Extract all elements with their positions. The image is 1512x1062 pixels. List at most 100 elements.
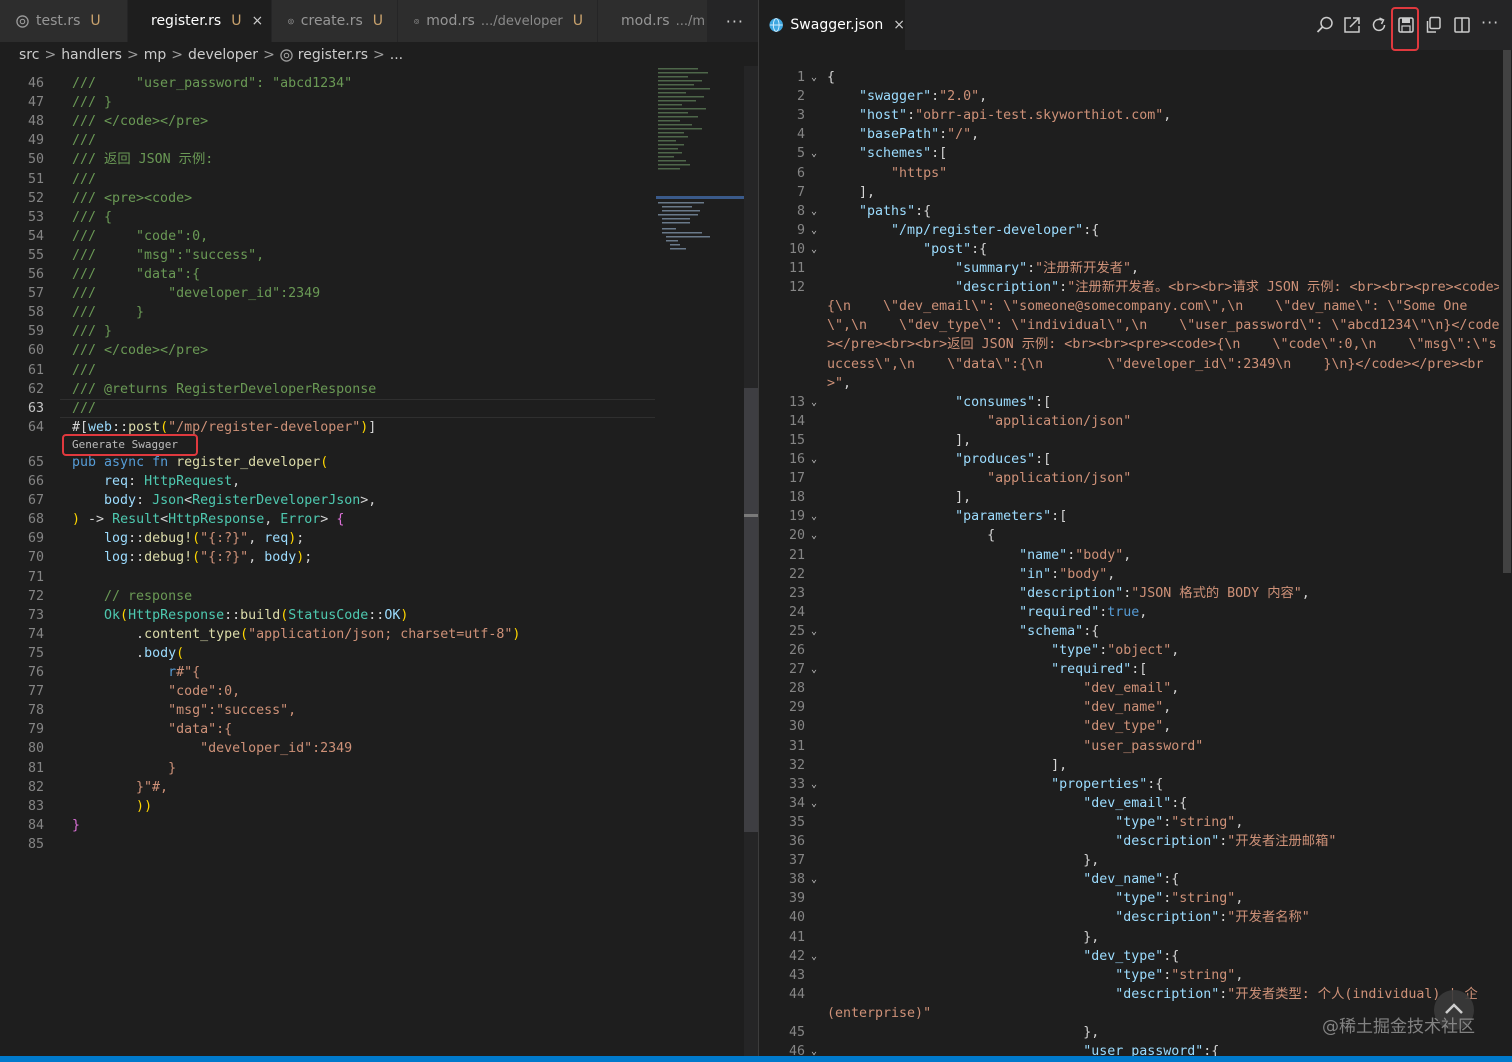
chevron-down-icon[interactable]: ⌄ (811, 240, 817, 259)
left-scrollbar[interactable] (744, 66, 758, 1056)
code-text: /// } (72, 303, 144, 322)
code-token: HttpRequest (144, 474, 233, 489)
open-external-icon[interactable] (1342, 15, 1362, 35)
chevron-down-icon[interactable]: ⌄ (811, 526, 817, 545)
chevron-down-icon[interactable]: ⌄ (811, 202, 817, 221)
code-token: { (1171, 948, 1180, 964)
code-token: "code":0, (72, 684, 241, 700)
close-icon[interactable]: × (893, 17, 905, 33)
tab-mod-rs[interactable]: mod.rs .../developer U (398, 0, 598, 42)
code-token: : (224, 607, 233, 623)
line-number: 54 (27, 228, 44, 244)
json-line: 37 }, (759, 851, 1499, 870)
json-text: "description":"开发者注册邮箱" (827, 832, 1336, 851)
breadcrumb-item[interactable]: register.rs (298, 47, 368, 63)
line-number: 55 (27, 247, 44, 263)
right-scrollbar[interactable] (1501, 50, 1512, 1056)
code-token: "JSON 格式的 BODY 内容" (1131, 585, 1302, 601)
right-editor-group: Swagger.json × ··· 1 ⌄{2 "swagger":"2.0… (758, 0, 1512, 1056)
chevron-down-icon[interactable]: ⌄ (811, 775, 817, 794)
copy-icon[interactable] (1423, 15, 1443, 35)
chevron-down-icon[interactable]: ⌄ (811, 393, 817, 412)
code-token: ; (304, 550, 313, 566)
json-line: {\n \"dev_email\": \"someone@somecompany… (759, 297, 1499, 316)
code-token: "parameters" (955, 509, 1052, 525)
breadcrumb-item[interactable]: handlers (61, 47, 122, 63)
line-number: 39 (788, 891, 805, 907)
json-line: 36 "description":"开发者注册邮箱" (759, 832, 1499, 851)
more-actions-icon[interactable]: ··· (726, 12, 744, 31)
search-icon[interactable] (1315, 15, 1335, 35)
code-token: {\n \"dev_email\": \"someone@somecompany… (827, 299, 1468, 315)
json-text: "summary":"注册新开发者", (827, 259, 1139, 278)
refresh-icon[interactable] (1369, 15, 1389, 35)
code-text: /// "user_password": "abcd1234" (72, 74, 352, 93)
chevron-down-icon[interactable]: ⌄ (811, 622, 817, 641)
split-editor-icon[interactable] (1452, 15, 1472, 35)
line-number: 8 (796, 203, 805, 219)
code-token: { (1171, 872, 1180, 888)
line-number: 23 (788, 585, 805, 601)
chevron-down-icon[interactable]: ⌄ (811, 660, 817, 679)
json-text: "application/json" (827, 412, 1131, 431)
tab-swagger-json[interactable]: Swagger.json × (759, 0, 905, 50)
right-scrollbar-thumb[interactable] (1503, 50, 1511, 573)
code-token: "type" (1051, 643, 1100, 658)
code-token: ( (160, 419, 169, 435)
line-number: 60 (27, 343, 44, 359)
generate-swagger-codelens[interactable]: Generate Swagger (62, 434, 198, 456)
chevron-down-icon[interactable]: ⌄ (811, 68, 817, 87)
minimap[interactable] (656, 66, 744, 256)
more-actions-icon[interactable]: ··· (1481, 13, 1499, 32)
json-line: 5 ⌄ "schemes":[ (759, 144, 1499, 163)
code-token: [ (1043, 452, 1052, 467)
breadcrumb-item[interactable]: developer (188, 47, 258, 63)
line-number: 16 (788, 452, 805, 467)
tab-label: create.rs (300, 13, 363, 29)
rust-file-icon (280, 48, 293, 62)
chevron-down-icon[interactable]: ⌄ (811, 794, 817, 813)
code-editor-register-rs[interactable]: 46 /// "user_password": "abcd1234" 47 /// }… (0, 72, 744, 1056)
tab-register-rs[interactable]: register.rs U × (128, 0, 272, 42)
chevron-down-icon[interactable]: ⌄ (811, 450, 817, 469)
chevron-down-icon[interactable]: ⌄ (811, 1042, 817, 1056)
code-text: /// "developer_id":2349 (72, 284, 320, 303)
tab-mod-rs[interactable]: mod.rs .../m (598, 0, 708, 42)
tab-create-rs[interactable]: create.rs U (272, 0, 398, 42)
code-token: "obrr-api-test.skyworthiot.com" (915, 108, 1164, 124)
breadcrumb-item[interactable]: mp (144, 47, 167, 63)
line-number: 3 (796, 108, 805, 124)
code-token: /// "msg":"success", (72, 247, 265, 263)
code-line: 63 /// (0, 398, 744, 418)
code-token: "host" (859, 108, 908, 124)
code-text: .content_type("application/json; charset… (72, 625, 520, 644)
line-number: 9 (796, 222, 805, 238)
code-token: : (1027, 261, 1036, 276)
code-editor-swagger-json[interactable]: 1 ⌄{2 "swagger":"2.0", 3 "host":"obrr-api-… (759, 66, 1499, 1056)
left-scrollbar-thumb[interactable] (744, 388, 758, 832)
chevron-down-icon[interactable]: ⌄ (811, 870, 817, 889)
json-line: \",\n \"dev_type\": \"individual\",\n \"… (759, 316, 1499, 335)
breadcrumb-item[interactable]: src (19, 47, 39, 63)
code-token: "type" (1115, 814, 1164, 830)
chevron-down-icon[interactable]: ⌄ (811, 144, 817, 163)
json-text: "user_password" (827, 737, 1203, 756)
code-token: body (104, 493, 137, 509)
json-text: "type":"string", (827, 813, 1243, 832)
line-number: 29 (788, 700, 805, 716)
breadcrumb-item[interactable]: ... (390, 47, 403, 63)
chevron-down-icon[interactable]: ⌄ (811, 221, 817, 240)
chevron-down-icon[interactable]: ⌄ (811, 507, 817, 526)
json-line: 20 ⌄ { (759, 526, 1499, 545)
chevron-down-icon[interactable]: ⌄ (811, 947, 817, 966)
tab-test-rs[interactable]: test.rs U (0, 0, 128, 42)
close-icon[interactable]: × (251, 13, 263, 29)
